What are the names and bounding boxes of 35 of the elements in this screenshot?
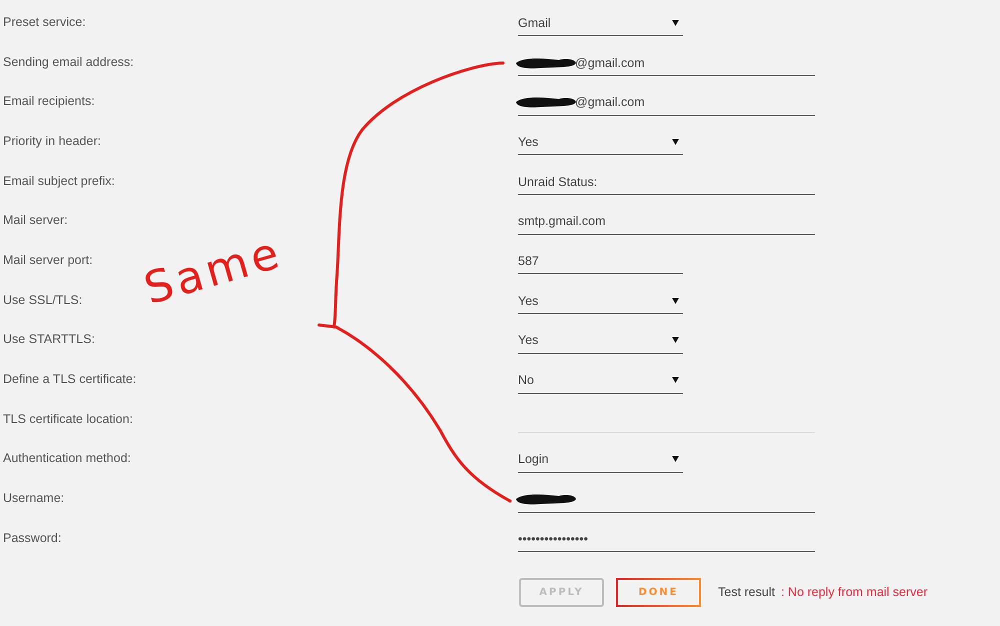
field-label: Sending email address: <box>3 54 134 69</box>
field-label: Mail server port: <box>3 252 93 267</box>
dropdown-field[interactable]: No <box>518 366 683 394</box>
caret-icon <box>672 337 679 344</box>
password-field[interactable]: •••••••••••••••• <box>518 524 815 552</box>
field-label: Use STARTTLS: <box>3 332 95 346</box>
caret-icon <box>672 456 679 462</box>
text-field[interactable]: @gmail.com <box>518 88 815 116</box>
caret-icon <box>672 298 679 304</box>
field-label: Authentication method: <box>3 451 131 466</box>
dropdown-field[interactable]: Yes <box>518 326 683 354</box>
field-label: Email recipients: <box>3 94 95 108</box>
dropdown-field[interactable]: Login <box>518 444 683 473</box>
dropdown-field[interactable]: Gmail <box>518 8 683 36</box>
caret-icon <box>672 138 679 145</box>
field-label: Username: <box>3 491 64 506</box>
annotation-text: Same <box>140 230 288 312</box>
test-result-label: Test result <box>718 585 775 600</box>
caret-icon <box>672 377 679 384</box>
text-field[interactable]: @gmail.com <box>518 48 815 76</box>
dropdown-field[interactable]: Yes <box>518 127 683 156</box>
field-label: Password: <box>3 530 62 545</box>
field-label: TLS certificate location: <box>3 412 133 426</box>
field-label: Preset service: <box>3 14 86 29</box>
test-result-message: : No reply from mail server <box>780 585 928 600</box>
text-field[interactable]: 587 <box>518 246 683 274</box>
text-field[interactable]: smtp.gmail.com <box>518 206 815 235</box>
field-label: Use SSL/TLS: <box>3 292 82 307</box>
text-field[interactable]: Unraid Status: <box>518 167 815 196</box>
field-label: Email subject prefix: <box>3 174 115 188</box>
caret-icon <box>672 20 679 26</box>
field-label: Priority in header: <box>3 134 101 148</box>
field-label: Mail server: <box>3 213 68 228</box>
dropdown-field[interactable]: Yes <box>518 286 683 314</box>
field-label: Define a TLS certificate: <box>3 372 136 386</box>
